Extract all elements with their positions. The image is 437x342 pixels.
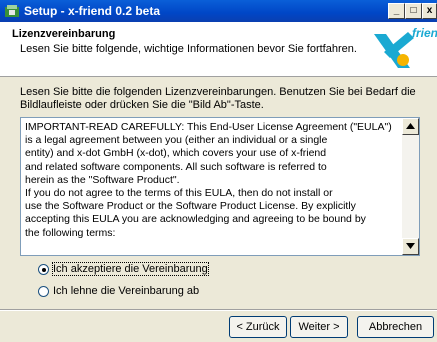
arrow-up-icon xyxy=(406,123,415,129)
close-button[interactable]: x xyxy=(422,3,437,19)
decline-label[interactable]: Ich lehne die Vereinbarung ab xyxy=(53,285,199,297)
minimize-button[interactable]: _ xyxy=(388,3,405,19)
license-textbox[interactable]: IMPORTANT-READ CAREFULLY: This End-User … xyxy=(20,117,420,256)
decline-radio[interactable] xyxy=(38,286,49,297)
license-line: entity) and x-dot GmbH (x-dot), which co… xyxy=(25,147,327,160)
license-line: accepting this EULA you are acknowledgin… xyxy=(25,213,366,226)
license-scrollbar[interactable] xyxy=(402,118,419,255)
license-instructions: Lesen Sie bitte die folgenden Lizenzvere… xyxy=(20,86,420,112)
maximize-button[interactable]: □ xyxy=(405,3,422,19)
accept-radio[interactable] xyxy=(38,264,49,275)
window-title: Setup - x-friend 0.2 beta xyxy=(24,4,161,18)
accept-label[interactable]: Ich akzeptiere die Vereinbarung xyxy=(52,262,209,276)
scroll-up-button[interactable] xyxy=(402,118,419,135)
license-text: IMPORTANT-READ CAREFULLY: This End-User … xyxy=(25,121,397,240)
next-button[interactable]: Weiter > xyxy=(290,316,348,338)
footer-divider xyxy=(0,309,437,311)
back-button[interactable]: < Zurück xyxy=(229,316,287,338)
page-title: Lizenzvereinbarung xyxy=(12,28,116,40)
license-line: use the Software Product or the Software… xyxy=(25,200,356,213)
license-line: the following terms: xyxy=(25,226,116,239)
arrow-down-icon xyxy=(406,243,415,249)
license-line: herein as the "Software Product". xyxy=(25,173,180,186)
license-line: and related software components. All suc… xyxy=(25,160,327,173)
wizard-header: Lizenzvereinbarung Lesen Sie bitte folge… xyxy=(0,22,437,77)
setup-app-icon xyxy=(4,3,20,19)
cancel-button[interactable]: Abbrechen xyxy=(357,316,434,338)
instructions-line: Lesen Sie bitte die folgenden Lizenzvere… xyxy=(20,86,416,98)
license-line: If you do not agree to the terms of this… xyxy=(25,187,333,200)
license-line: IMPORTANT-READ CAREFULLY: This End-User … xyxy=(25,121,392,133)
page-subtitle: Lesen Sie bitte folgende, wichtige Infor… xyxy=(20,43,357,55)
x-friend-logo: friend xyxy=(370,26,437,72)
logo-wordmark: friend xyxy=(412,26,437,40)
scroll-down-button[interactable] xyxy=(402,238,419,255)
instructions-line: Bildlaufleiste oder drücken Sie die "Bil… xyxy=(20,99,264,111)
license-line: is a legal agreement between you (either… xyxy=(25,134,328,147)
title-bar: Setup - x-friend 0.2 beta _ □ x xyxy=(0,0,437,22)
